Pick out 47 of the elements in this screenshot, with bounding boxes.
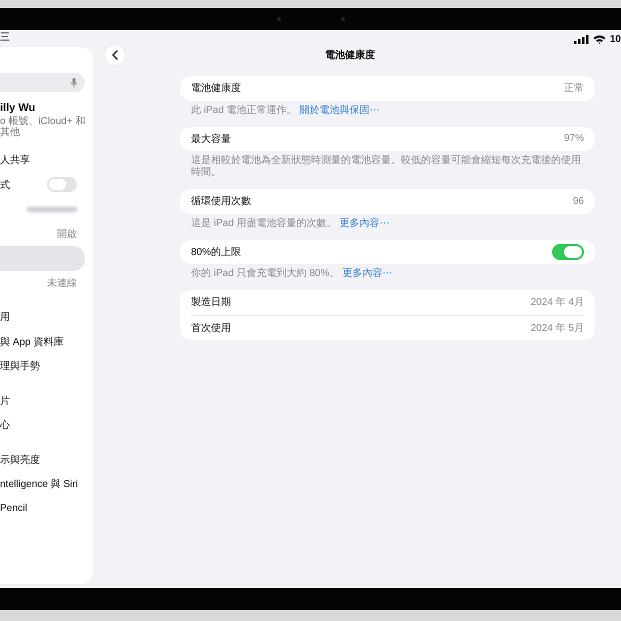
wifi-icon <box>592 35 606 44</box>
camera-icon <box>276 17 280 21</box>
row-value: 96 <box>572 196 584 207</box>
row-value: 正常 <box>564 82 584 96</box>
sidebar-item[interactable]: 與 App 資料庫 <box>0 330 85 354</box>
row-label: 80%的上限 <box>191 246 242 259</box>
more-link[interactable]: 關於電池與保固⋯ <box>300 104 380 116</box>
row-label: 最大容量 <box>191 132 231 146</box>
search-field[interactable] <box>0 73 85 92</box>
profile-subtitle: o 帳號、iCloud+ 和其他 <box>0 116 86 138</box>
signal-icon <box>574 35 589 44</box>
row-value: 2024 年 5月 <box>530 322 584 335</box>
row-value: 97% <box>564 133 584 144</box>
blurred-text <box>27 206 77 212</box>
sidebar-item[interactable]: 式 <box>0 172 85 197</box>
row-label: 首次使用 <box>191 322 231 335</box>
footnote-text: 此 iPad 電池正常運作。 關於電池與保固⋯ <box>191 104 381 116</box>
footnote-text: 你的 iPad 只會充電到大約 80%。 更多內容⋯ <box>191 268 394 280</box>
sidebar-item[interactable] <box>0 246 85 270</box>
sidebar-item[interactable]: 未連線 <box>0 270 85 295</box>
sidebar-item[interactable]: Pencil <box>0 496 85 521</box>
profile-name: illy Wu <box>0 102 36 114</box>
microphone-icon <box>71 78 77 88</box>
status-time: 三 <box>0 32 10 42</box>
toggle-switch[interactable] <box>552 244 584 260</box>
sidebar-item[interactable]: 示與亮度 <box>0 448 85 472</box>
row-label: 循環使用次數 <box>191 195 251 208</box>
sidebar-item[interactable]: 心 <box>0 413 85 438</box>
sidebar-item[interactable]: 理與手勢 <box>0 354 85 378</box>
more-link[interactable]: 更多內容⋯ <box>340 218 390 228</box>
footnote-text: 這是 iPad 用盡電池容量的次數。 更多內容⋯ <box>191 218 391 230</box>
row-value: 2024 年 4月 <box>530 296 584 310</box>
page-title: 電池健康度 <box>324 48 376 62</box>
footnote-text: 這是相較於電池為全新狀態時測量的電池容量。較低的容量可能會縮短每次充電後的使用時間。 <box>191 155 582 179</box>
sidebar-item[interactable]: ntelligence 與 Siri <box>0 472 85 496</box>
back-button[interactable] <box>105 45 125 65</box>
battery-percent: 10 <box>610 34 621 45</box>
more-link[interactable]: 更多內容⋯ <box>342 268 392 279</box>
sidebar-item[interactable]: 開啟 <box>0 222 85 246</box>
sidebar-item[interactable]: 人共享 <box>0 148 85 172</box>
row-label: 製造日期 <box>191 296 231 310</box>
sidebar-item[interactable]: 用 <box>0 305 85 330</box>
chevron-left-icon <box>112 50 118 60</box>
sidebar-item[interactable]: 片 <box>0 388 85 413</box>
toggle-switch[interactable] <box>47 177 77 192</box>
sensor-icon <box>340 17 344 21</box>
row-label: 電池健康度 <box>191 82 241 96</box>
